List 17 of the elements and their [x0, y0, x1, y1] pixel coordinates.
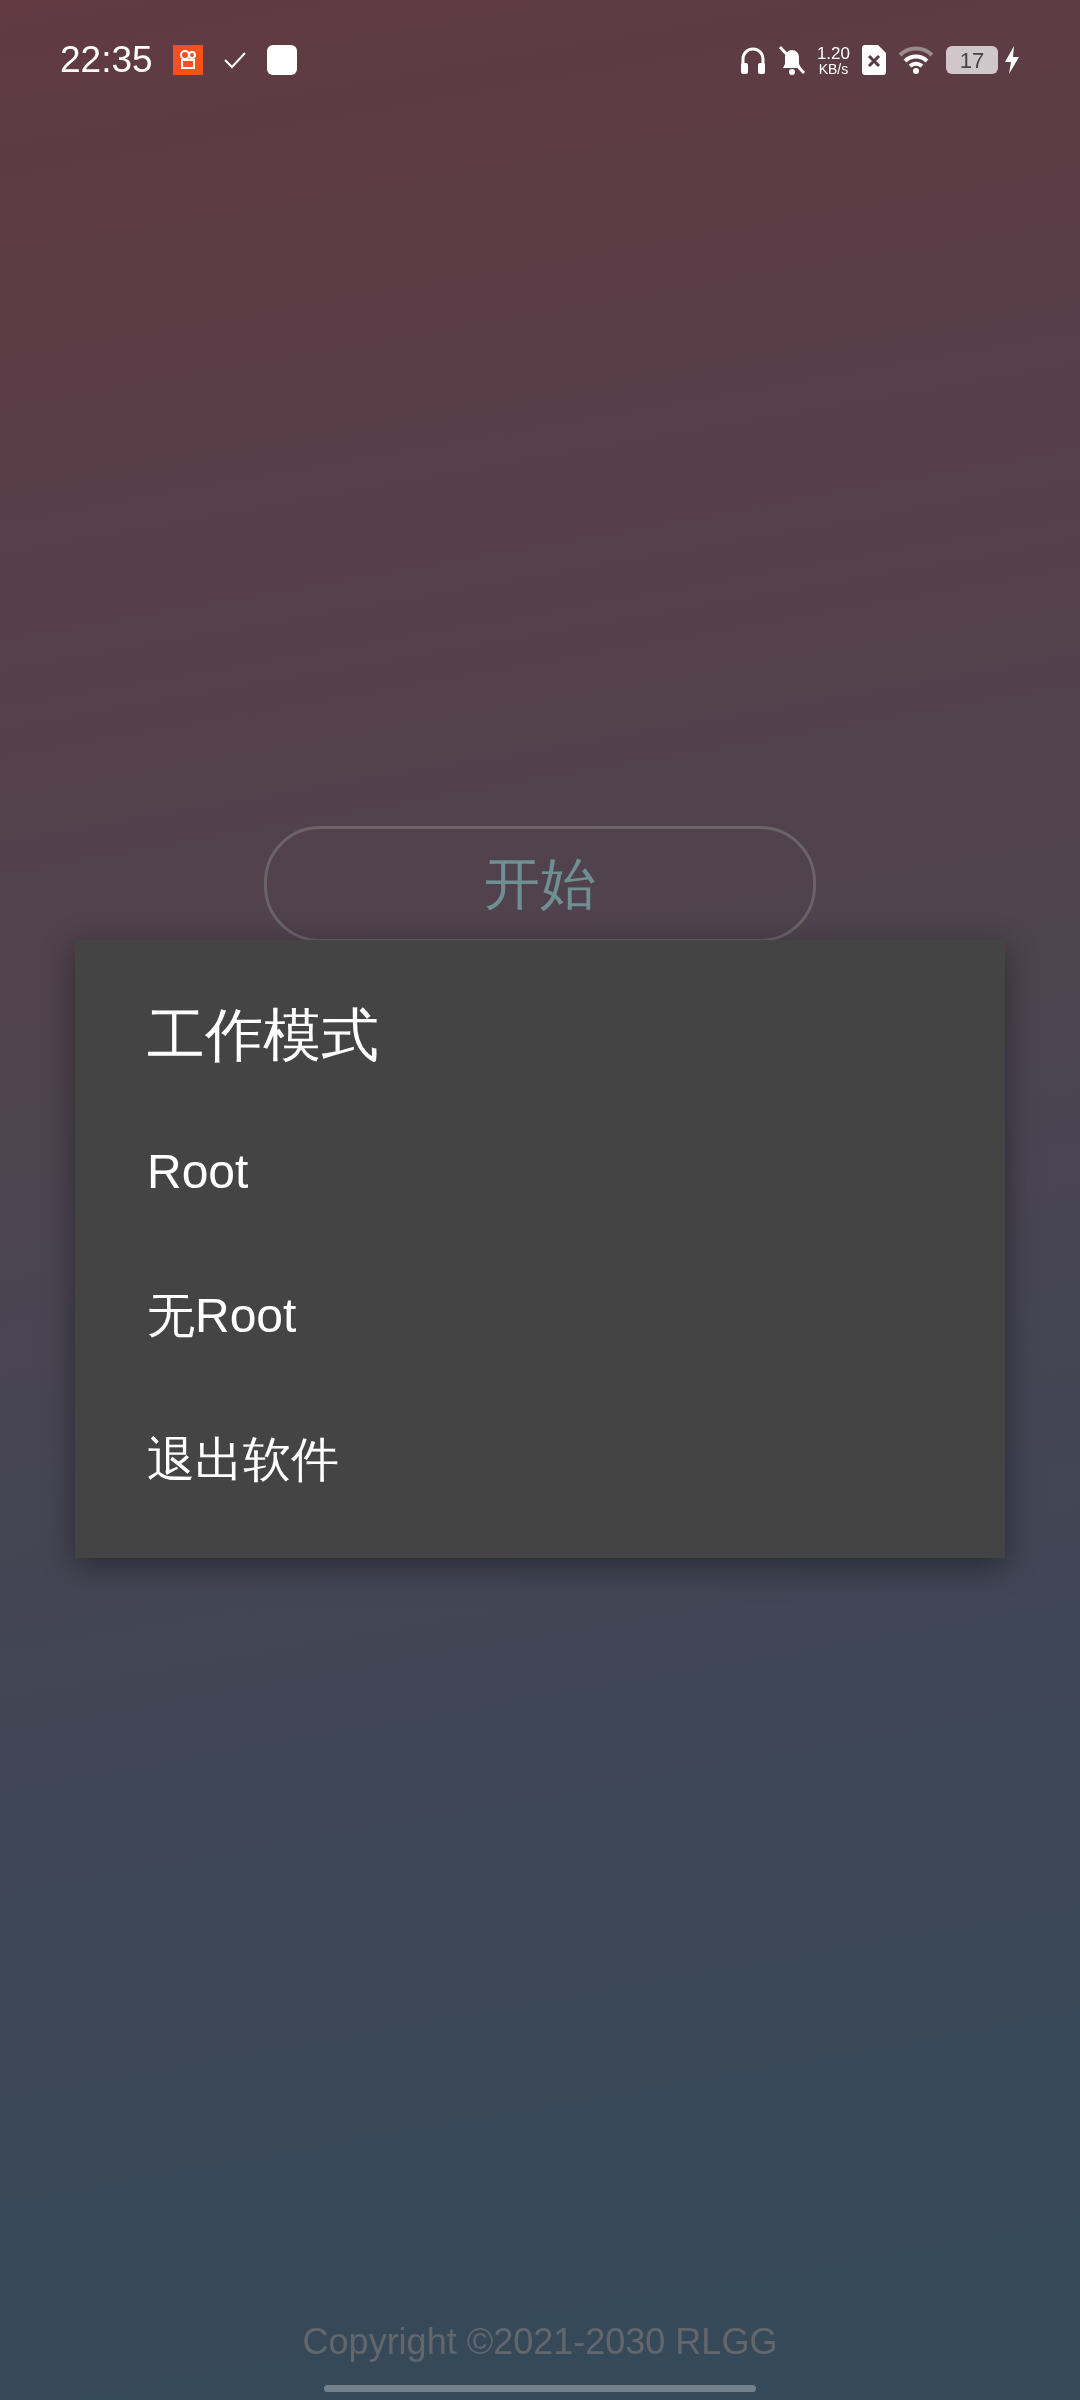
net-speed-unit: KB/s [818, 61, 849, 76]
check-icon [222, 50, 247, 70]
mode-option[interactable]: 退出软件 [75, 1387, 1005, 1532]
battery-percentage: 17 [959, 46, 985, 75]
mode-option[interactable]: 无Root [75, 1243, 1005, 1388]
charging-icon [1004, 46, 1020, 74]
video-app-icon [172, 45, 203, 75]
clock: 22:35 [60, 38, 153, 83]
headphones-icon [738, 45, 767, 75]
wifi-icon [898, 46, 934, 74]
bell-muted-icon [776, 44, 807, 76]
net-speed: 1.20 [816, 44, 850, 62]
square-icon [266, 45, 297, 75]
sim-off-icon [862, 45, 886, 75]
dialog-title: 工作模式 [146, 1001, 380, 1069]
home-indicator[interactable] [324, 2385, 756, 2392]
mode-option[interactable]: Root [75, 1099, 1005, 1244]
